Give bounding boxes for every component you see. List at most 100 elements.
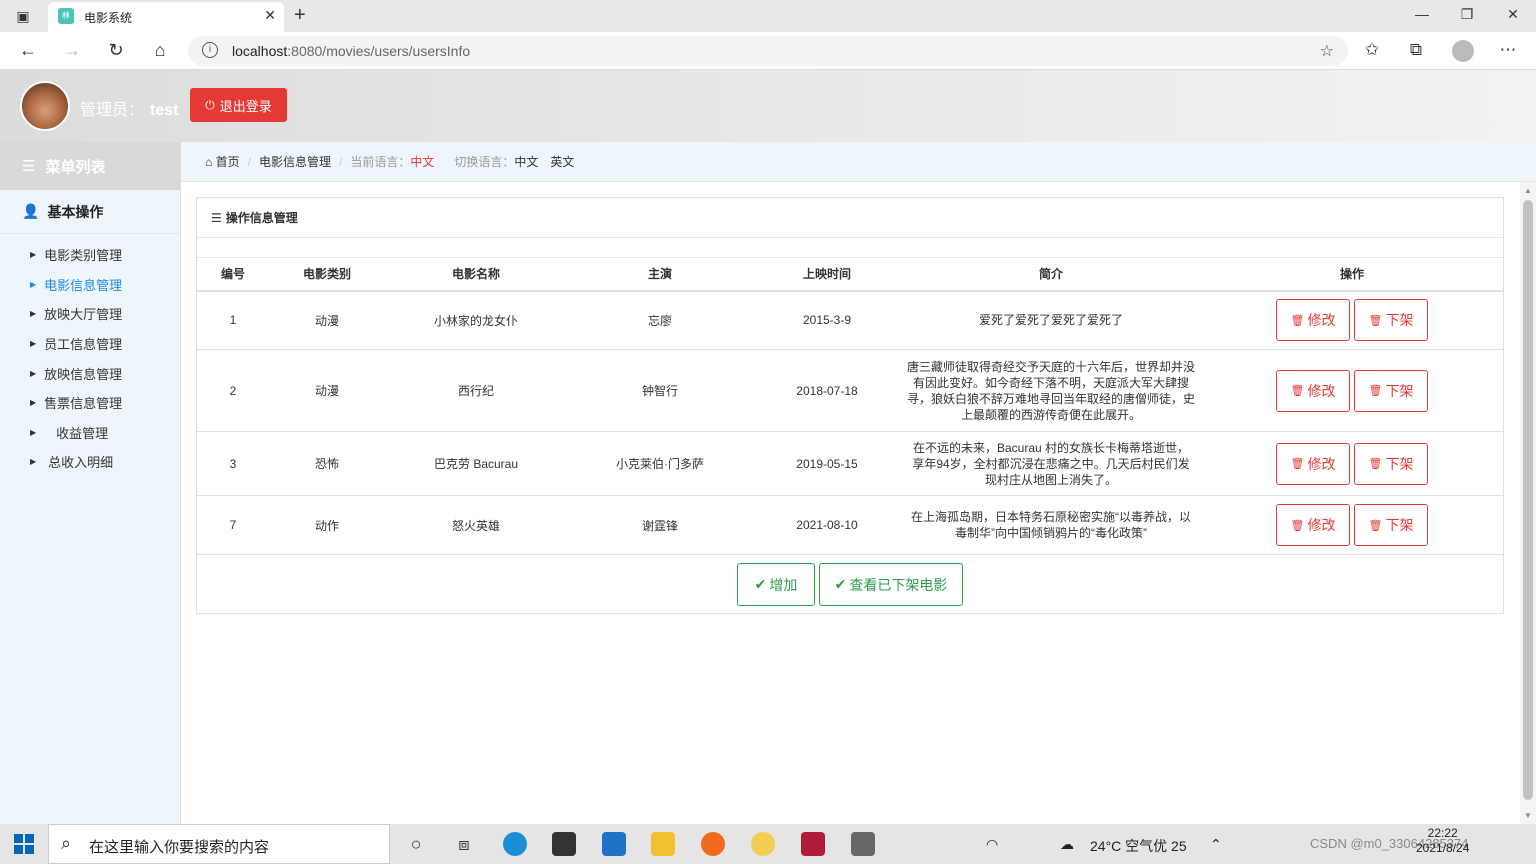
language-en-link[interactable]: 英文 — [550, 153, 574, 170]
view-removed-button[interactable]: ✔ 查看已下架电影 — [819, 563, 963, 606]
address-bar: ← → ↻ ⌂ i localhost:8080/movies/users/us… — [0, 32, 1536, 70]
caret-right-icon: ▶ — [30, 309, 37, 319]
scroll-up-icon: ▲ — [1524, 186, 1532, 195]
more-icon[interactable]: ⋯ — [1497, 40, 1519, 60]
store-icon[interactable] — [552, 832, 576, 856]
remove-button[interactable]: 🗑 下架 — [1354, 504, 1428, 546]
profile-icon[interactable] — [1452, 40, 1474, 62]
trash-icon: 🗑 — [1368, 519, 1383, 532]
table-row: 2 动漫 西行纪 钟智行 2018-07-18 唐三藏师徒取得奇经交予天庭的十六… — [197, 349, 1503, 432]
windows-start-icon[interactable] — [14, 834, 34, 854]
mail-icon[interactable] — [602, 832, 626, 856]
current-language-value: 中文 — [410, 155, 435, 169]
scroll-down-icon: ▼ — [1524, 811, 1532, 820]
taskbar: ⌕ 在这里输入你要搜索的内容 ○ ⧈ ◠ ☁ 24°C 空气优 25 ⌃ CSD… — [0, 824, 1536, 864]
restore-icon[interactable]: ❐ — [1457, 6, 1477, 23]
taskbar-search[interactable]: ⌕ 在这里输入你要搜索的内容 — [48, 824, 390, 864]
col-date: 上映时间 — [753, 257, 901, 292]
check-icon: ✔ — [834, 576, 847, 592]
sidebar-item-revenue[interactable]: ▶ 收益管理 — [0, 418, 180, 448]
intellij-icon[interactable] — [801, 832, 825, 856]
admin-name: test — [150, 102, 179, 119]
language-zh-link[interactable]: 中文 — [514, 153, 538, 170]
home-icon[interactable]: ⌂ — [149, 40, 171, 61]
remove-button[interactable]: 🗑 下架 — [1354, 369, 1428, 412]
explorer-icon[interactable] — [651, 832, 675, 856]
sidebar-item-category[interactable]: ▶ 电影类别管理 — [0, 240, 180, 270]
edge-icon[interactable] — [503, 832, 527, 856]
search-icon: ⌕ — [61, 833, 72, 853]
edit-button[interactable]: 🗑 修改 — [1276, 504, 1350, 546]
forward-icon[interactable]: → — [61, 40, 83, 61]
table-row: 3 恐怖 巴克劳 Bacurau 小克莱伯·门多萨 2019-05-15 在不远… — [197, 431, 1503, 496]
task-view-icon[interactable]: ⧈ — [452, 832, 476, 856]
trash-icon: 🗑 — [1290, 385, 1305, 397]
sidebar-item-staff[interactable]: ▶ 员工信息管理 — [0, 329, 180, 359]
new-tab-icon[interactable]: + — [294, 4, 306, 27]
firefox-icon[interactable] — [701, 832, 725, 856]
movie-panel: ☰ 操作信息管理 编号 电影类别 电影名称 主演 上映时间 简介 操作 1 动漫… — [196, 197, 1504, 614]
sidebar-item-ticket[interactable]: ▶ 售票信息管理 — [0, 388, 180, 418]
favorites-icon[interactable]: ✩ — [1361, 40, 1383, 60]
close-tab-icon[interactable]: ✕ — [264, 7, 276, 24]
scroll-thumb — [1523, 200, 1533, 800]
weather-text[interactable]: 24°C 空气优 25 — [1090, 836, 1187, 856]
trash-icon: 🗑 — [1368, 458, 1383, 470]
tab-actions-icon[interactable]: ▣ — [14, 7, 32, 25]
edit-button[interactable]: 🗑 修改 — [1276, 369, 1350, 412]
col-category: 电影类别 — [269, 257, 385, 292]
sidebar-item-screening[interactable]: ▶ 放映信息管理 — [0, 358, 180, 388]
user-icon: 👤 — [22, 203, 40, 219]
browser-tab[interactable]: 林 电影系统 ✕ — [48, 2, 284, 32]
app-header: 管理员： test ⏻ 退出登录 — [0, 70, 1536, 142]
site-info-icon[interactable]: i — [202, 42, 218, 58]
power-icon: ⏻ — [205, 97, 215, 112]
switch-language-label: 切换语言： — [454, 155, 515, 169]
list-icon: ☰ — [211, 210, 222, 225]
sidebar-item-total-income[interactable]: ▶ 总收入明细 — [0, 447, 180, 477]
panel-title: ☰ 操作信息管理 — [197, 198, 1503, 238]
favicon-icon: 林 — [58, 8, 74, 24]
col-actor: 主演 — [567, 257, 753, 292]
section-header[interactable]: 👤 基本操作 — [0, 190, 180, 234]
page-scrollbar[interactable]: ▲ ▼ — [1520, 182, 1536, 824]
chevron-up-icon[interactable]: ⌃ — [1210, 836, 1222, 853]
add-favorite-icon[interactable]: ☆ — [1320, 41, 1334, 61]
breadcrumb: ⌂ 首页 / 电影信息管理 / 当前语言： 中文 切换语言： 中文 英文 — [181, 142, 1536, 182]
cloud-icon: ☁ — [1060, 836, 1074, 852]
edit-button[interactable]: 🗑 修改 — [1276, 442, 1350, 485]
sidebar-item-movie-info[interactable]: ▶ 电影信息管理 — [0, 270, 180, 300]
remove-button[interactable]: 🗑 下架 — [1354, 299, 1428, 342]
breadcrumb-current: 电影信息管理 — [258, 155, 331, 169]
table-header-row: 编号 电影类别 电影名称 主演 上映时间 简介 操作 — [197, 257, 1503, 292]
back-icon[interactable]: ← — [17, 40, 39, 61]
remove-button[interactable]: 🗑 下架 — [1354, 442, 1428, 485]
edit-button[interactable]: 🗑 修改 — [1276, 299, 1350, 342]
sidebar-item-hall[interactable]: ▶ 放映大厅管理 — [0, 299, 180, 329]
close-window-icon[interactable]: ✕ — [1503, 6, 1523, 23]
wifi-icon[interactable]: ◠ — [986, 836, 998, 853]
caret-right-icon: ▶ — [30, 339, 37, 349]
minimize-icon[interactable]: — — [1412, 6, 1432, 22]
tab-title: 电影系统 — [84, 11, 133, 25]
logout-button[interactable]: ⏻ 退出登录 — [190, 88, 287, 122]
caret-right-icon: ▶ — [30, 250, 37, 260]
notes-icon[interactable] — [751, 832, 775, 856]
movie-table: 编号 电影类别 电影名称 主演 上映时间 简介 操作 1 动漫 小林家的龙女仆 … — [197, 257, 1503, 555]
home-crumb-icon[interactable]: ⌂ — [205, 155, 216, 169]
collections-icon[interactable]: ⧉ — [1405, 40, 1427, 60]
avatar — [20, 81, 70, 131]
breadcrumb-home[interactable]: 首页 — [216, 153, 240, 170]
list-icon: ☰ — [22, 158, 36, 175]
cortana-icon[interactable]: ○ — [404, 832, 428, 856]
url-field[interactable]: i localhost:8080/movies/users/usersInfo … — [188, 36, 1348, 66]
trash-icon: 🗑 — [1290, 314, 1305, 327]
add-movie-button[interactable]: ✔ 增加 — [737, 563, 815, 606]
clock[interactable]: 22:22 2021/8/24 — [1416, 826, 1469, 856]
trash-icon: 🗑 — [1368, 385, 1383, 397]
reload-icon[interactable]: ↻ — [105, 40, 127, 61]
terminal-icon[interactable] — [851, 832, 875, 856]
col-id: 编号 — [197, 257, 269, 292]
trash-icon: 🗑 — [1290, 458, 1305, 470]
caret-right-icon: ▶ — [30, 427, 37, 437]
